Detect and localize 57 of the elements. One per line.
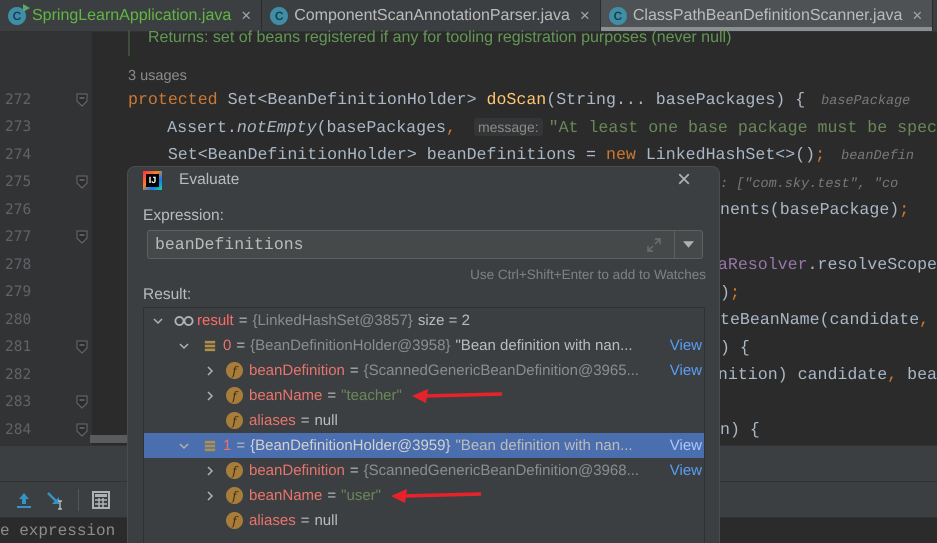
code-line: n) { <box>720 420 760 440</box>
calculator-icon[interactable] <box>91 490 111 510</box>
class-icon: C <box>608 6 627 24</box>
usages-hint[interactable]: 3 usages <box>128 68 187 84</box>
field-icon: f <box>226 412 243 429</box>
history-dropdown-button[interactable] <box>674 230 703 259</box>
code-line: aResolver.resolveScope <box>718 255 937 274</box>
field-icon: f <box>226 487 243 504</box>
doc-comment: Returns: set of beans registered if any for tooling registration purposes (never null) <box>148 29 732 47</box>
scrollbar-thumb[interactable] <box>90 435 130 443</box>
editor-tab[interactable]: C SpringLearnApplication.java × <box>0 0 262 31</box>
tree-row[interactable]: f beanDefinition = {ScannedGenericBeanDefinition@3965... View <box>144 358 704 383</box>
result-label: Result: <box>143 286 192 304</box>
tree-row[interactable]: f beanName = "teacher" <box>144 383 704 408</box>
view-link[interactable]: View <box>670 337 702 354</box>
tree-row[interactable]: f aliases = null <box>144 508 704 533</box>
fold-marker-icon[interactable] <box>76 230 88 244</box>
watches-hint: Use Ctrl+Shift+Enter to add to Watches <box>470 267 706 282</box>
editor-tab[interactable]: C ComponentScanAnnotationParser.java × <box>262 0 601 31</box>
editor-tab[interactable]: C ClassPathBeanDefinitionScanner.java × <box>600 0 934 31</box>
code-line: Set<BeanDefinitionHolder> beanDefinitions = new LinkedHashSet<>(); beanDefin <box>166 145 914 164</box>
dialog-title: Evaluate <box>179 171 240 189</box>
field-icon: f <box>226 362 243 379</box>
code-line: nition) candidate, bea <box>718 365 937 384</box>
close-button[interactable]: × <box>676 168 691 192</box>
field-icon: f <box>226 387 243 404</box>
code-line: ); <box>720 282 740 302</box>
view-link[interactable]: View <box>670 437 702 454</box>
close-icon[interactable]: × <box>912 6 922 26</box>
field-icon: f <box>226 512 243 529</box>
field-icon: f <box>226 462 243 479</box>
fold-marker-icon[interactable] <box>76 395 88 410</box>
view-link[interactable]: View <box>670 362 702 379</box>
code-line: ) { <box>720 338 750 357</box>
tree-row[interactable]: 1 = {BeanDefinitionHolder@3959} "Bean definition with nan... View <box>144 433 704 458</box>
class-icon: C <box>270 6 288 24</box>
expression-field[interactable]: beanDefinitions <box>147 230 674 259</box>
fold-marker-icon[interactable] <box>76 422 88 437</box>
app-logo-icon: IJ <box>143 170 162 190</box>
caret-icon[interactable] <box>683 241 694 248</box>
console-text: e expression <box>0 522 116 540</box>
view-link[interactable]: View <box>670 462 702 479</box>
code-line: teBeanName(candidate, <box>720 310 930 330</box>
expression-label: Expression: <box>143 207 225 225</box>
code-line: nents(basePackage); <box>720 200 910 220</box>
tree-row[interactable]: result = {LinkedHashSet@3857} size = 2 <box>144 308 704 333</box>
tree-row[interactable]: f aliases = null <box>144 408 704 433</box>
glasses-icon <box>174 314 194 326</box>
close-icon[interactable]: × <box>241 6 252 26</box>
fold-marker-icon[interactable] <box>76 92 88 107</box>
fold-marker-icon[interactable] <box>76 340 88 354</box>
tree-row[interactable]: 0 = {BeanDefinitionHolder@3958} "Bean definition with nan... View <box>144 333 704 358</box>
fold-marker-icon[interactable] <box>76 175 88 190</box>
code-line: : ["com.sky.test", "co <box>720 176 898 192</box>
code-line: Assert.notEmpty(basePackages, message: "At least one base package must be spec <box>166 118 937 137</box>
close-icon[interactable]: × <box>580 6 590 26</box>
code-line: protected Set<BeanDefinitionHolder> doScan(String... basePackages) { basePackage <box>128 90 910 110</box>
